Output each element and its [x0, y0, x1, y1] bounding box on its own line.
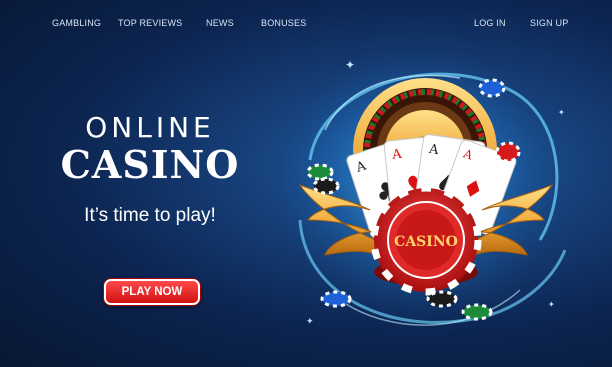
play-now-button[interactable]: PLAY NOW: [104, 279, 200, 305]
hero-tagline: It’s time to play!: [84, 205, 216, 226]
nav-link-sign-up[interactable]: SIGN UP: [530, 18, 568, 28]
nav-link-top-reviews[interactable]: TOP REVIEWS: [118, 18, 182, 28]
nav-link-log-in[interactable]: LOG IN: [474, 18, 506, 28]
hero-title-online: ONLINE: [85, 111, 215, 144]
chip-label: CASINO: [394, 234, 458, 250]
nav-link-news[interactable]: NEWS: [206, 18, 234, 28]
casino-chip-icon: CASINO: [370, 184, 482, 296]
casino-illustration: A ♣ A ♥ A ♠ A ♦ CASINO: [280, 50, 567, 326]
nav-link-bonuses[interactable]: BONUSES: [261, 18, 306, 28]
top-navigation: GAMBLING TOP REVIEWS NEWS BONUSES LOG IN…: [0, 18, 612, 32]
hero-title-casino: CASINO: [60, 142, 240, 187]
nav-link-gambling[interactable]: GAMBLING: [52, 18, 101, 28]
hero-title: ONLINE CASINO: [0, 112, 300, 186]
